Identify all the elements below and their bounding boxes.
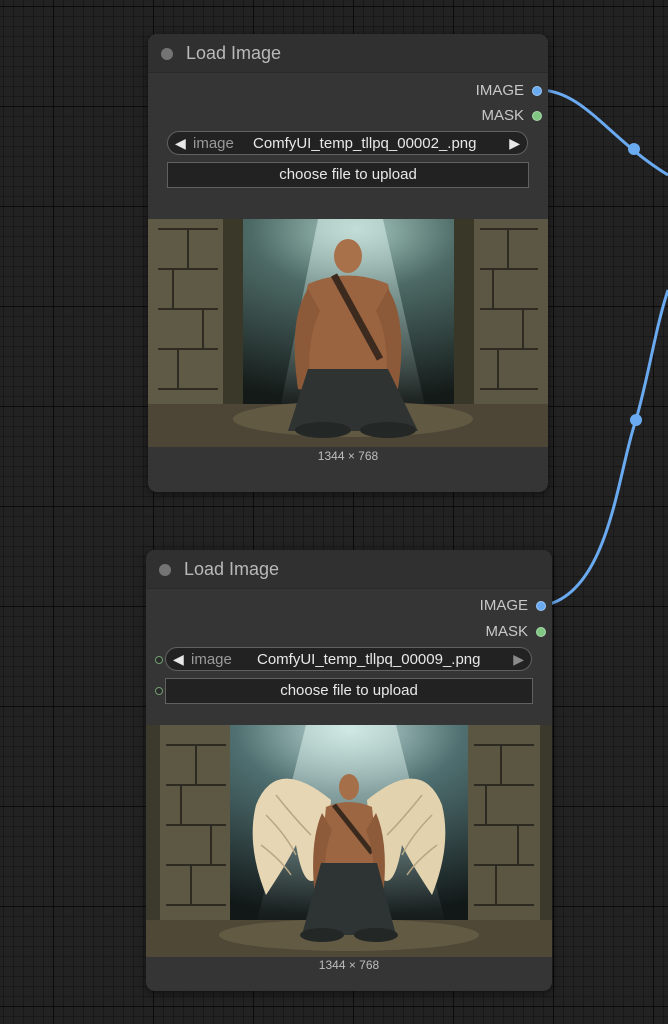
output-image[interactable]: IMAGE [432,596,552,616]
combo-next-arrow-icon[interactable]: ▶ [513,650,524,668]
widget-input-slot-icon[interactable] [155,687,163,695]
output-label-image: IMAGE [479,597,528,614]
combo-name: image [193,135,234,152]
image-size-caption: 1344 × 768 [317,449,379,463]
output-label-mask: MASK [481,107,524,124]
output-slot-mask-icon[interactable] [536,627,546,637]
link-midpoint-handle[interactable] [630,414,642,426]
collapse-dot-icon[interactable] [161,48,173,60]
node-header[interactable]: Load Image [146,550,552,589]
output-mask[interactable]: MASK [432,622,552,642]
node-title: Load Image [186,43,282,63]
combo-value[interactable]: ComfyUI_temp_tllpq_00002_.png [253,135,476,152]
node-header[interactable]: Load Image [148,34,548,73]
output-label-mask: MASK [485,623,528,640]
preview-image-kneeling-man [148,219,548,447]
preview-image-winged-man [146,725,552,957]
load-image-node-2[interactable]: Load Image IMAGE MASK ◀ image ComfyUI_te… [146,550,552,991]
link-image-node1-out[interactable] [540,88,668,177]
combo-prev-arrow-icon[interactable]: ◀ [175,134,186,152]
combo-value[interactable]: ComfyUI_temp_tllpq_00009_.png [257,651,480,668]
combo-prev-arrow-icon[interactable]: ◀ [173,650,184,668]
output-label-image: IMAGE [475,82,524,99]
image-size-caption: 1344 × 768 [318,958,380,972]
upload-button[interactable]: choose file to upload [165,678,533,704]
combo-name: image [191,651,232,668]
combo-next-arrow-icon[interactable]: ▶ [509,134,520,152]
image-preview[interactable] [146,725,552,957]
output-image[interactable]: IMAGE [428,81,548,101]
image-combo-widget[interactable]: ◀ image ComfyUI_temp_tllpq_00002_.png ▶ [167,131,528,155]
collapse-dot-icon[interactable] [159,564,171,576]
output-slot-image-icon[interactable] [536,601,546,611]
image-preview[interactable] [148,219,548,447]
output-slot-mask-icon[interactable] [532,111,542,121]
image-combo-widget[interactable]: ◀ image ComfyUI_temp_tllpq_00009_.png ▶ [165,647,532,671]
link-midpoint-handle[interactable] [628,143,640,155]
link-image-node2-out[interactable] [545,289,668,607]
output-mask[interactable]: MASK [428,106,548,126]
node-title: Load Image [184,559,280,579]
upload-button[interactable]: choose file to upload [167,162,529,188]
load-image-node-1[interactable]: Load Image IMAGE MASK ◀ image ComfyUI_te… [148,34,548,492]
widget-input-slot-icon[interactable] [155,656,163,664]
output-slot-image-icon[interactable] [532,86,542,96]
